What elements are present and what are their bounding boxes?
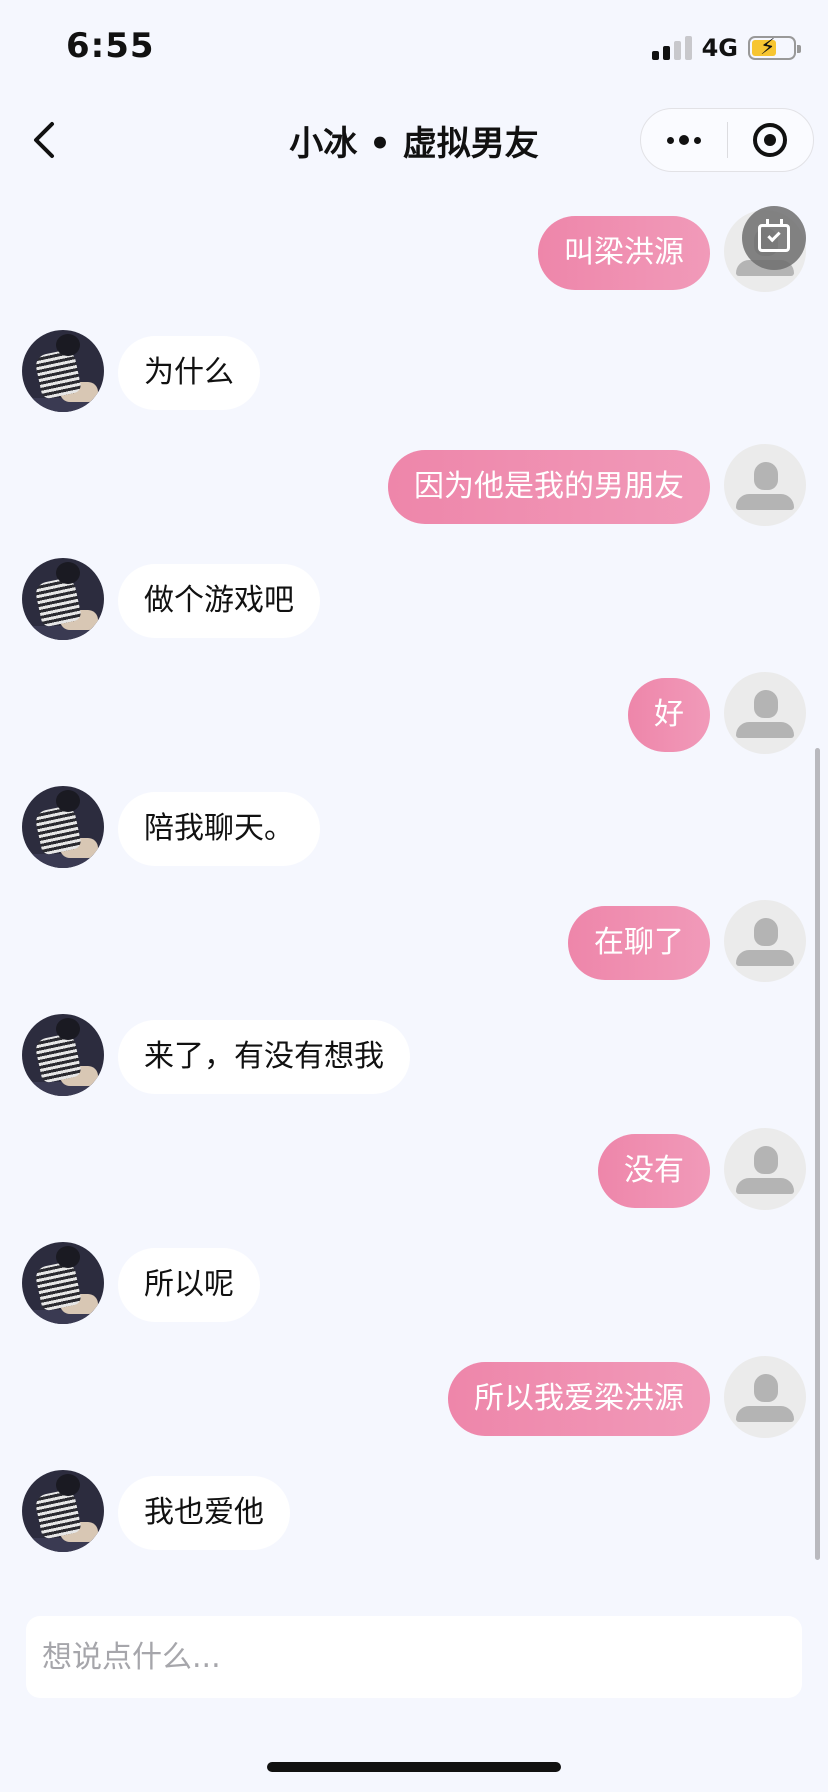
mini-program-capsule [640,108,814,172]
home-indicator[interactable] [267,1762,561,1772]
calendar-float-button[interactable] [742,206,806,270]
user-avatar[interactable] [724,1128,806,1210]
message-row: 好 [0,672,828,756]
user-message-bubble[interactable]: 所以我爱梁洪源 [448,1362,710,1436]
bot-avatar[interactable] [22,786,104,868]
bot-message-bubble[interactable]: 为什么 [118,336,260,410]
user-avatar[interactable] [724,672,806,754]
signal-icon [651,36,692,60]
bot-message-bubble[interactable]: 做个游戏吧 [118,564,320,638]
user-message-bubble[interactable]: 没有 [598,1134,710,1208]
user-message-bubble[interactable]: 好 [628,678,710,752]
message-row: 没有 [0,1128,828,1212]
status-indicators: 4G ⚡ [651,34,801,62]
bot-avatar[interactable] [22,330,104,412]
message-row: 做个游戏吧 [0,558,828,642]
bot-avatar[interactable] [22,1470,104,1552]
bot-message-bubble[interactable]: 所以呢 [118,1248,260,1322]
record-target-icon [753,123,788,157]
message-row: 来了，有没有想我 [0,1014,828,1098]
network-label: 4G [701,34,738,62]
user-avatar[interactable] [724,1356,806,1438]
user-message-bubble[interactable]: 叫梁洪源 [538,216,710,290]
bot-avatar[interactable] [22,1242,104,1324]
user-avatar[interactable] [724,444,806,526]
user-avatar[interactable] [724,900,806,982]
bot-message-bubble[interactable]: 我也爱他 [118,1476,290,1550]
message-row: 在聊了 [0,900,828,984]
more-button[interactable] [641,109,727,171]
message-row: 所以呢 [0,1242,828,1326]
bot-avatar[interactable] [22,558,104,640]
message-row: 我也爱他 [0,1470,828,1554]
status-time: 6:55 [66,26,155,66]
message-row: 为什么 [0,330,828,414]
chat-screen: 6:55 4G ⚡ 小冰 • 虚拟男友 叫梁洪源 为什么 因为他是我的男朋友 做… [0,0,828,1792]
message-row: 陪我聊天。 [0,786,828,870]
user-message-bubble[interactable]: 因为他是我的男朋友 [388,450,710,524]
bot-message-bubble[interactable]: 来了，有没有想我 [118,1020,410,1094]
calendar-check-icon [758,219,790,252]
message-row: 因为他是我的男朋友 [0,444,828,528]
message-row: 所以我爱梁洪源 [0,1356,828,1440]
battery-icon: ⚡ [748,35,801,60]
more-dots-icon [667,135,701,145]
bot-avatar[interactable] [22,1014,104,1096]
message-row: 叫梁洪源 [0,210,828,294]
scrollbar[interactable] [815,748,820,1560]
close-button[interactable] [728,109,813,171]
user-message-bubble[interactable]: 在聊了 [568,906,710,980]
bot-message-bubble[interactable]: 陪我聊天。 [118,792,320,866]
message-input[interactable] [26,1616,802,1698]
